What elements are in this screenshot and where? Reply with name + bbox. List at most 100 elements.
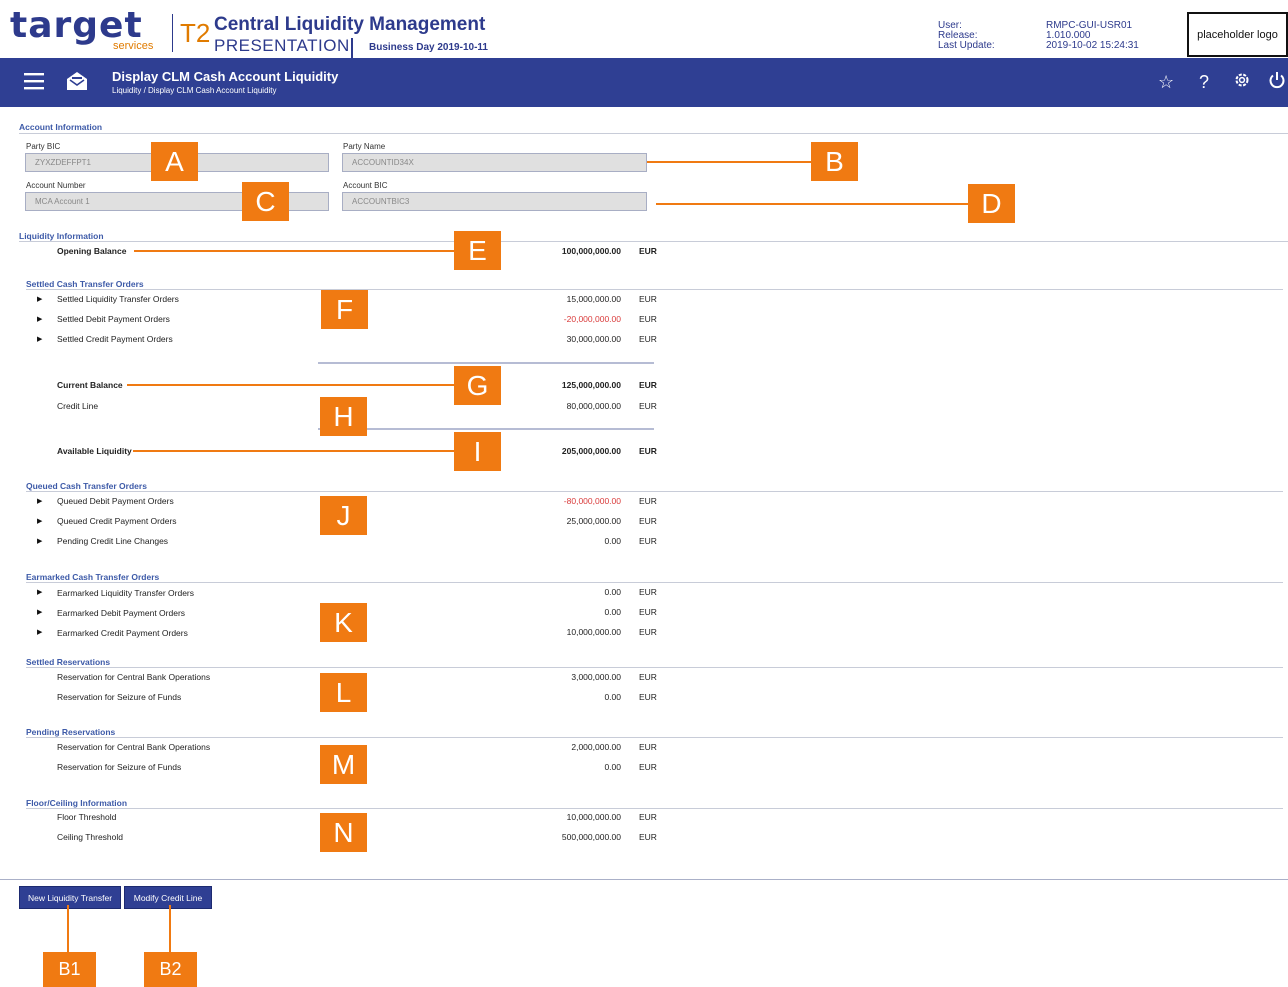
account-bic-field[interactable]: ACCOUNTBIC3 (342, 192, 647, 211)
annotation-line-b1 (67, 905, 69, 955)
currency-label: EUR (639, 742, 657, 752)
annotation-line-i (133, 450, 454, 452)
available-liquidity-value: 205,000,000.00 (561, 446, 621, 456)
settled-debit-payment-orders-value: -20,000,000.00 (563, 314, 621, 324)
annotation-b2: B2 (144, 952, 197, 987)
star-icon[interactable]: ☆ (1158, 72, 1174, 92)
section-queued-cash-transfer-orders: Queued Cash Transfer Orders (26, 481, 147, 491)
currency-label: EUR (639, 334, 657, 344)
credit-line-label: Credit Line (57, 401, 99, 411)
earmarked-liquidity-transfer-orders-value: 0.00 (604, 587, 621, 597)
earmarked-credit-payment-orders-value: 10,000,000.00 (566, 627, 621, 637)
expand-triangle-icon[interactable]: ▶ (37, 295, 42, 303)
section-divider (26, 737, 1283, 738)
settled-liquidity-transfer-orders-label[interactable]: Settled Liquidity Transfer Orders (57, 294, 179, 304)
new-liquidity-transfer-button[interactable]: New Liquidity Transfer (19, 886, 121, 909)
section-divider (26, 667, 1283, 668)
pending-credit-line-changes-label[interactable]: Pending Credit Line Changes (57, 536, 168, 546)
power-icon[interactable] (1268, 71, 1286, 93)
session-values: RMPC-GUI-USR01 1.010.000 2019-10-02 15:2… (1046, 21, 1139, 51)
currency-label: EUR (639, 446, 657, 456)
settled-credit-payment-orders-label[interactable]: Settled Credit Payment Orders (57, 334, 173, 344)
section-divider (19, 133, 1288, 134)
settings-icon[interactable] (1233, 71, 1251, 93)
earmarked-liquidity-transfer-orders-label[interactable]: Earmarked Liquidity Transfer Orders (57, 588, 194, 598)
environment-divider (351, 38, 353, 58)
currency-label: EUR (639, 587, 657, 597)
menu-icon[interactable] (24, 72, 44, 92)
annotation-a: A (151, 142, 198, 181)
earmarked-credit-payment-orders-label[interactable]: Earmarked Credit Payment Orders (57, 628, 188, 638)
pending-reservation-seizure-value: 0.00 (604, 762, 621, 772)
currency-label: EUR (639, 832, 657, 842)
annotation-j: J (320, 496, 367, 535)
account-number-label: Account Number (26, 181, 86, 190)
floor-threshold-label: Floor Threshold (57, 812, 117, 822)
credit-line-value: 80,000,000.00 (566, 401, 621, 411)
expand-triangle-icon[interactable]: ▶ (37, 517, 42, 525)
currency-label: EUR (639, 314, 657, 324)
annotation-line-b2 (169, 905, 171, 955)
annotation-m: M (320, 745, 367, 784)
app-title: Central Liquidity Management (214, 14, 486, 35)
settled-reservation-seizure-label: Reservation for Seizure of Funds (57, 692, 182, 702)
modify-credit-line-button[interactable]: Modify Credit Line (124, 886, 212, 909)
currency-label: EUR (639, 762, 657, 772)
section-divider (26, 582, 1283, 583)
currency-label: EUR (639, 496, 657, 506)
section-earmarked-cash-transfer-orders: Earmarked Cash Transfer Orders (26, 572, 160, 582)
queued-credit-payment-orders-label[interactable]: Queued Credit Payment Orders (57, 516, 177, 526)
annotation-b1: B1 (43, 952, 96, 987)
annotation-f: F (321, 290, 368, 329)
expand-triangle-icon[interactable]: ▶ (37, 537, 42, 545)
currency-label: EUR (639, 294, 657, 304)
currency-label: EUR (639, 607, 657, 617)
annotation-d: D (968, 184, 1015, 223)
section-divider (19, 241, 1288, 242)
party-name-field[interactable]: ACCOUNTID34X (342, 153, 647, 172)
pending-reservation-seizure-label: Reservation for Seizure of Funds (57, 762, 182, 772)
breadcrumb[interactable]: Liquidity / Display CLM Cash Account Liq… (112, 86, 277, 95)
earmarked-debit-payment-orders-label[interactable]: Earmarked Debit Payment Orders (57, 608, 185, 618)
section-divider (26, 491, 1283, 492)
annotation-k: K (320, 603, 367, 642)
page-toolbar: Display CLM Cash Account Liquidity Liqui… (0, 58, 1288, 107)
expand-triangle-icon[interactable]: ▶ (37, 497, 42, 505)
expand-triangle-icon[interactable]: ▶ (37, 335, 42, 343)
subtotal-line (318, 362, 654, 364)
currency-label: EUR (639, 380, 657, 390)
currency-label: EUR (639, 692, 657, 702)
section-floor-ceiling-information: Floor/Ceiling Information (26, 798, 128, 808)
settled-reservation-central-bank-value: 3,000,000.00 (571, 672, 621, 682)
pending-reservation-central-bank-label: Reservation for Central Bank Operations (57, 742, 211, 752)
header-divider (172, 14, 173, 52)
annotation-e: E (454, 231, 501, 270)
currency-label: EUR (639, 627, 657, 637)
business-day: Business Day 2019-10-11 (369, 42, 488, 53)
settled-reservation-central-bank-label: Reservation for Central Bank Operations (57, 672, 211, 682)
expand-triangle-icon[interactable]: ▶ (37, 608, 42, 616)
queued-debit-payment-orders-label[interactable]: Queued Debit Payment Orders (57, 496, 174, 506)
annotation-l: L (320, 673, 367, 712)
last-update-value: 2019-10-02 15:24:31 (1046, 40, 1139, 51)
section-settled-cash-transfer-orders: Settled Cash Transfer Orders (26, 279, 144, 289)
annotation-c: C (242, 182, 289, 221)
page-title: Display CLM Cash Account Liquidity (112, 69, 339, 84)
settled-debit-payment-orders-label[interactable]: Settled Debit Payment Orders (57, 314, 170, 324)
expand-triangle-icon[interactable]: ▶ (37, 315, 42, 323)
placeholder-logo: placeholder logo (1187, 12, 1288, 57)
help-icon[interactable]: ? (1199, 72, 1209, 92)
annotation-b: B (811, 142, 858, 181)
inbox-icon[interactable] (66, 71, 88, 93)
current-balance-value: 125,000,000.00 (561, 380, 621, 390)
currency-label: EUR (639, 812, 657, 822)
environment-label: PRESENTATION (214, 36, 350, 55)
annotation-line-b (647, 161, 811, 163)
currency-label: EUR (639, 672, 657, 682)
current-balance-label: Current Balance (57, 380, 123, 390)
target-logo-subtitle: services (113, 40, 154, 52)
expand-triangle-icon[interactable]: ▶ (37, 588, 42, 596)
section-divider (26, 289, 1283, 290)
expand-triangle-icon[interactable]: ▶ (37, 628, 42, 636)
currency-label: EUR (639, 401, 657, 411)
